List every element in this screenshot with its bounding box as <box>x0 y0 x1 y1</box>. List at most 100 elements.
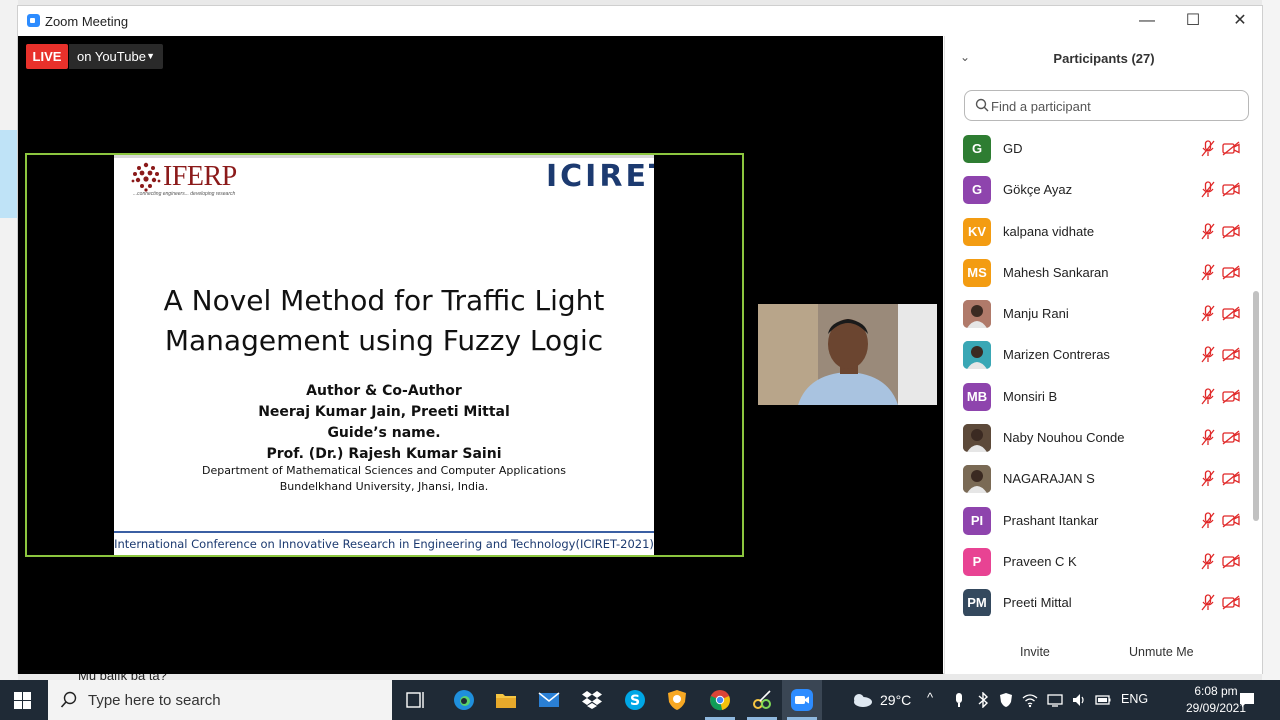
participant-row[interactable]: G Gökçe Ayaz <box>945 169 1250 210</box>
chevron-up-icon[interactable]: ^ <box>927 690 933 705</box>
zoom-icon <box>791 689 813 711</box>
weather-cloud-icon[interactable] <box>850 692 874 708</box>
participant-row[interactable]: Manju Rani <box>945 293 1250 334</box>
video-off-icon[interactable] <box>1222 306 1241 321</box>
invite-button[interactable]: Invite <box>1013 640 1057 664</box>
muted-microphone-icon[interactable] <box>1200 140 1216 157</box>
speaker-icon[interactable] <box>1071 692 1087 708</box>
security-shield-icon[interactable] <box>998 692 1014 708</box>
participant-row[interactable]: NAGARAJAN S <box>945 458 1250 499</box>
zoom-window: Zoom Meeting — ☐ ✕ LIVE on YouTube ▼ IFE… <box>17 5 1263 674</box>
desktop-background-right <box>1262 0 1280 680</box>
video-off-icon[interactable] <box>1222 265 1241 280</box>
video-off-icon[interactable] <box>1222 554 1241 569</box>
participant-list: G GD G Gökçe Ayaz KV kalpana vidhate MS Mahesh … <box>945 128 1250 616</box>
close-button[interactable]: ✕ <box>1225 10 1255 32</box>
participant-initials-avatar: KV <box>963 217 991 246</box>
participant-row[interactable]: Naby Nouhou Conde <box>945 417 1250 458</box>
mail-icon[interactable] <box>537 688 561 712</box>
participant-name: GD <box>1003 141 1023 156</box>
guide-name: Prof. (Dr.) Rajesh Kumar Saini <box>266 446 502 462</box>
skype-icon[interactable]: S <box>623 688 647 712</box>
department: Department of Mathematical Sciences and … <box>201 464 567 477</box>
zoom-taskbar-active[interactable] <box>782 680 822 720</box>
participant-row[interactable]: MS Mahesh Sankaran <box>945 252 1250 293</box>
title-bar: Zoom Meeting — ☐ ✕ <box>18 6 1262 36</box>
bluetooth-icon[interactable] <box>975 692 991 708</box>
video-off-icon[interactable] <box>1222 430 1241 445</box>
microphone-icon[interactable] <box>951 692 967 708</box>
participant-name: NAGARAJAN S <box>1003 471 1095 487</box>
snipping-tool-icon[interactable] <box>750 688 774 712</box>
muted-microphone-icon[interactable] <box>1200 470 1216 487</box>
muted-microphone-icon[interactable] <box>1200 264 1216 281</box>
participant-initials-avatar: MB <box>963 382 991 411</box>
participant-row[interactable]: G GD <box>945 128 1250 169</box>
task-view-icon[interactable] <box>404 688 428 712</box>
speaker-video-thumbnail[interactable] <box>758 304 937 405</box>
vpn-shield-icon[interactable] <box>665 688 689 712</box>
iciret-logo: ICIRET <box>546 159 654 194</box>
slide-title-line-2: Management using Fuzzy Logic <box>164 324 604 357</box>
video-off-icon[interactable] <box>1222 141 1241 156</box>
muted-microphone-icon[interactable] <box>1200 305 1216 322</box>
maximize-button[interactable]: ☐ <box>1178 10 1208 32</box>
muted-microphone-icon[interactable] <box>1200 429 1216 446</box>
video-off-icon[interactable] <box>1222 471 1241 486</box>
file-explorer-icon[interactable] <box>494 688 518 712</box>
slide-footer: International Conference on Innovative R… <box>114 531 654 555</box>
windows-start-icon[interactable] <box>14 692 31 709</box>
participant-row[interactable]: KV kalpana vidhate <box>945 211 1250 252</box>
notifications-icon[interactable] <box>1238 691 1256 709</box>
participant-row[interactable]: P Praveen C K <box>945 541 1250 582</box>
taskbar-search-box[interactable]: Type here to search <box>48 680 392 720</box>
iferp-globe-icon <box>131 162 161 192</box>
participant-row[interactable]: PI Prashant Itankar <box>945 500 1250 541</box>
participant-search-input[interactable] <box>991 95 1241 117</box>
live-destination-dropdown[interactable]: on YouTube ▼ <box>69 44 163 69</box>
zoom-app-icon <box>27 14 40 27</box>
chrome-icon[interactable] <box>708 688 732 712</box>
weather-temperature[interactable]: 29°C <box>880 692 911 708</box>
participant-row[interactable]: Marizen Contreras <box>945 334 1250 375</box>
live-destination-label: on YouTube <box>77 49 146 64</box>
video-off-icon[interactable] <box>1222 595 1241 610</box>
muted-microphone-icon[interactable] <box>1200 346 1216 363</box>
participant-photo-avatar <box>963 341 991 370</box>
participant-name: Naby Nouhou Conde <box>1003 430 1125 446</box>
muted-microphone-icon[interactable] <box>1200 553 1216 570</box>
muted-microphone-icon[interactable] <box>1200 594 1216 611</box>
input-language[interactable]: ENG <box>1121 692 1148 706</box>
battery-icon[interactable] <box>1095 692 1111 708</box>
display-icon[interactable] <box>1047 692 1063 708</box>
participants-panel: ⌄ Participants (27) GGDGGökçe AyazKVkalp… <box>944 36 1262 674</box>
participant-initials-avatar: PM <box>963 589 991 616</box>
live-badge[interactable]: LIVE <box>26 44 68 69</box>
participant-row[interactable]: MB Monsiri B <box>945 376 1250 417</box>
muted-microphone-icon[interactable] <box>1200 388 1216 405</box>
chevron-down-icon: ▼ <box>146 51 155 61</box>
minimize-button[interactable]: — <box>1132 10 1162 32</box>
video-off-icon[interactable] <box>1222 513 1241 528</box>
guide-heading: Guide’s name. <box>327 425 441 441</box>
participant-name: Manju Rani <box>1003 306 1069 322</box>
unmute-me-button[interactable]: Unmute Me <box>1122 640 1201 664</box>
participant-photo-avatar <box>963 424 991 453</box>
participant-row[interactable]: PM Preeti Mittal <box>945 582 1250 616</box>
iferp-logo-text: IFERP <box>163 161 237 192</box>
participant-initials-avatar: PI <box>963 506 991 535</box>
video-off-icon[interactable] <box>1222 224 1241 239</box>
video-off-icon[interactable] <box>1222 182 1241 197</box>
muted-microphone-icon[interactable] <box>1200 181 1216 198</box>
participant-name: Mahesh Sankaran <box>1003 264 1109 280</box>
edge-browser-icon[interactable] <box>452 688 476 712</box>
svg-text:S: S <box>630 693 640 709</box>
participant-list-scrollbar[interactable] <box>1253 291 1259 521</box>
video-off-icon[interactable] <box>1222 389 1241 404</box>
muted-microphone-icon[interactable] <box>1200 222 1216 240</box>
video-off-icon[interactable] <box>1222 347 1241 362</box>
wifi-icon[interactable] <box>1022 692 1038 708</box>
muted-microphone-icon[interactable] <box>1200 512 1216 529</box>
dropbox-icon[interactable] <box>580 688 604 712</box>
participant-search[interactable] <box>964 90 1249 121</box>
